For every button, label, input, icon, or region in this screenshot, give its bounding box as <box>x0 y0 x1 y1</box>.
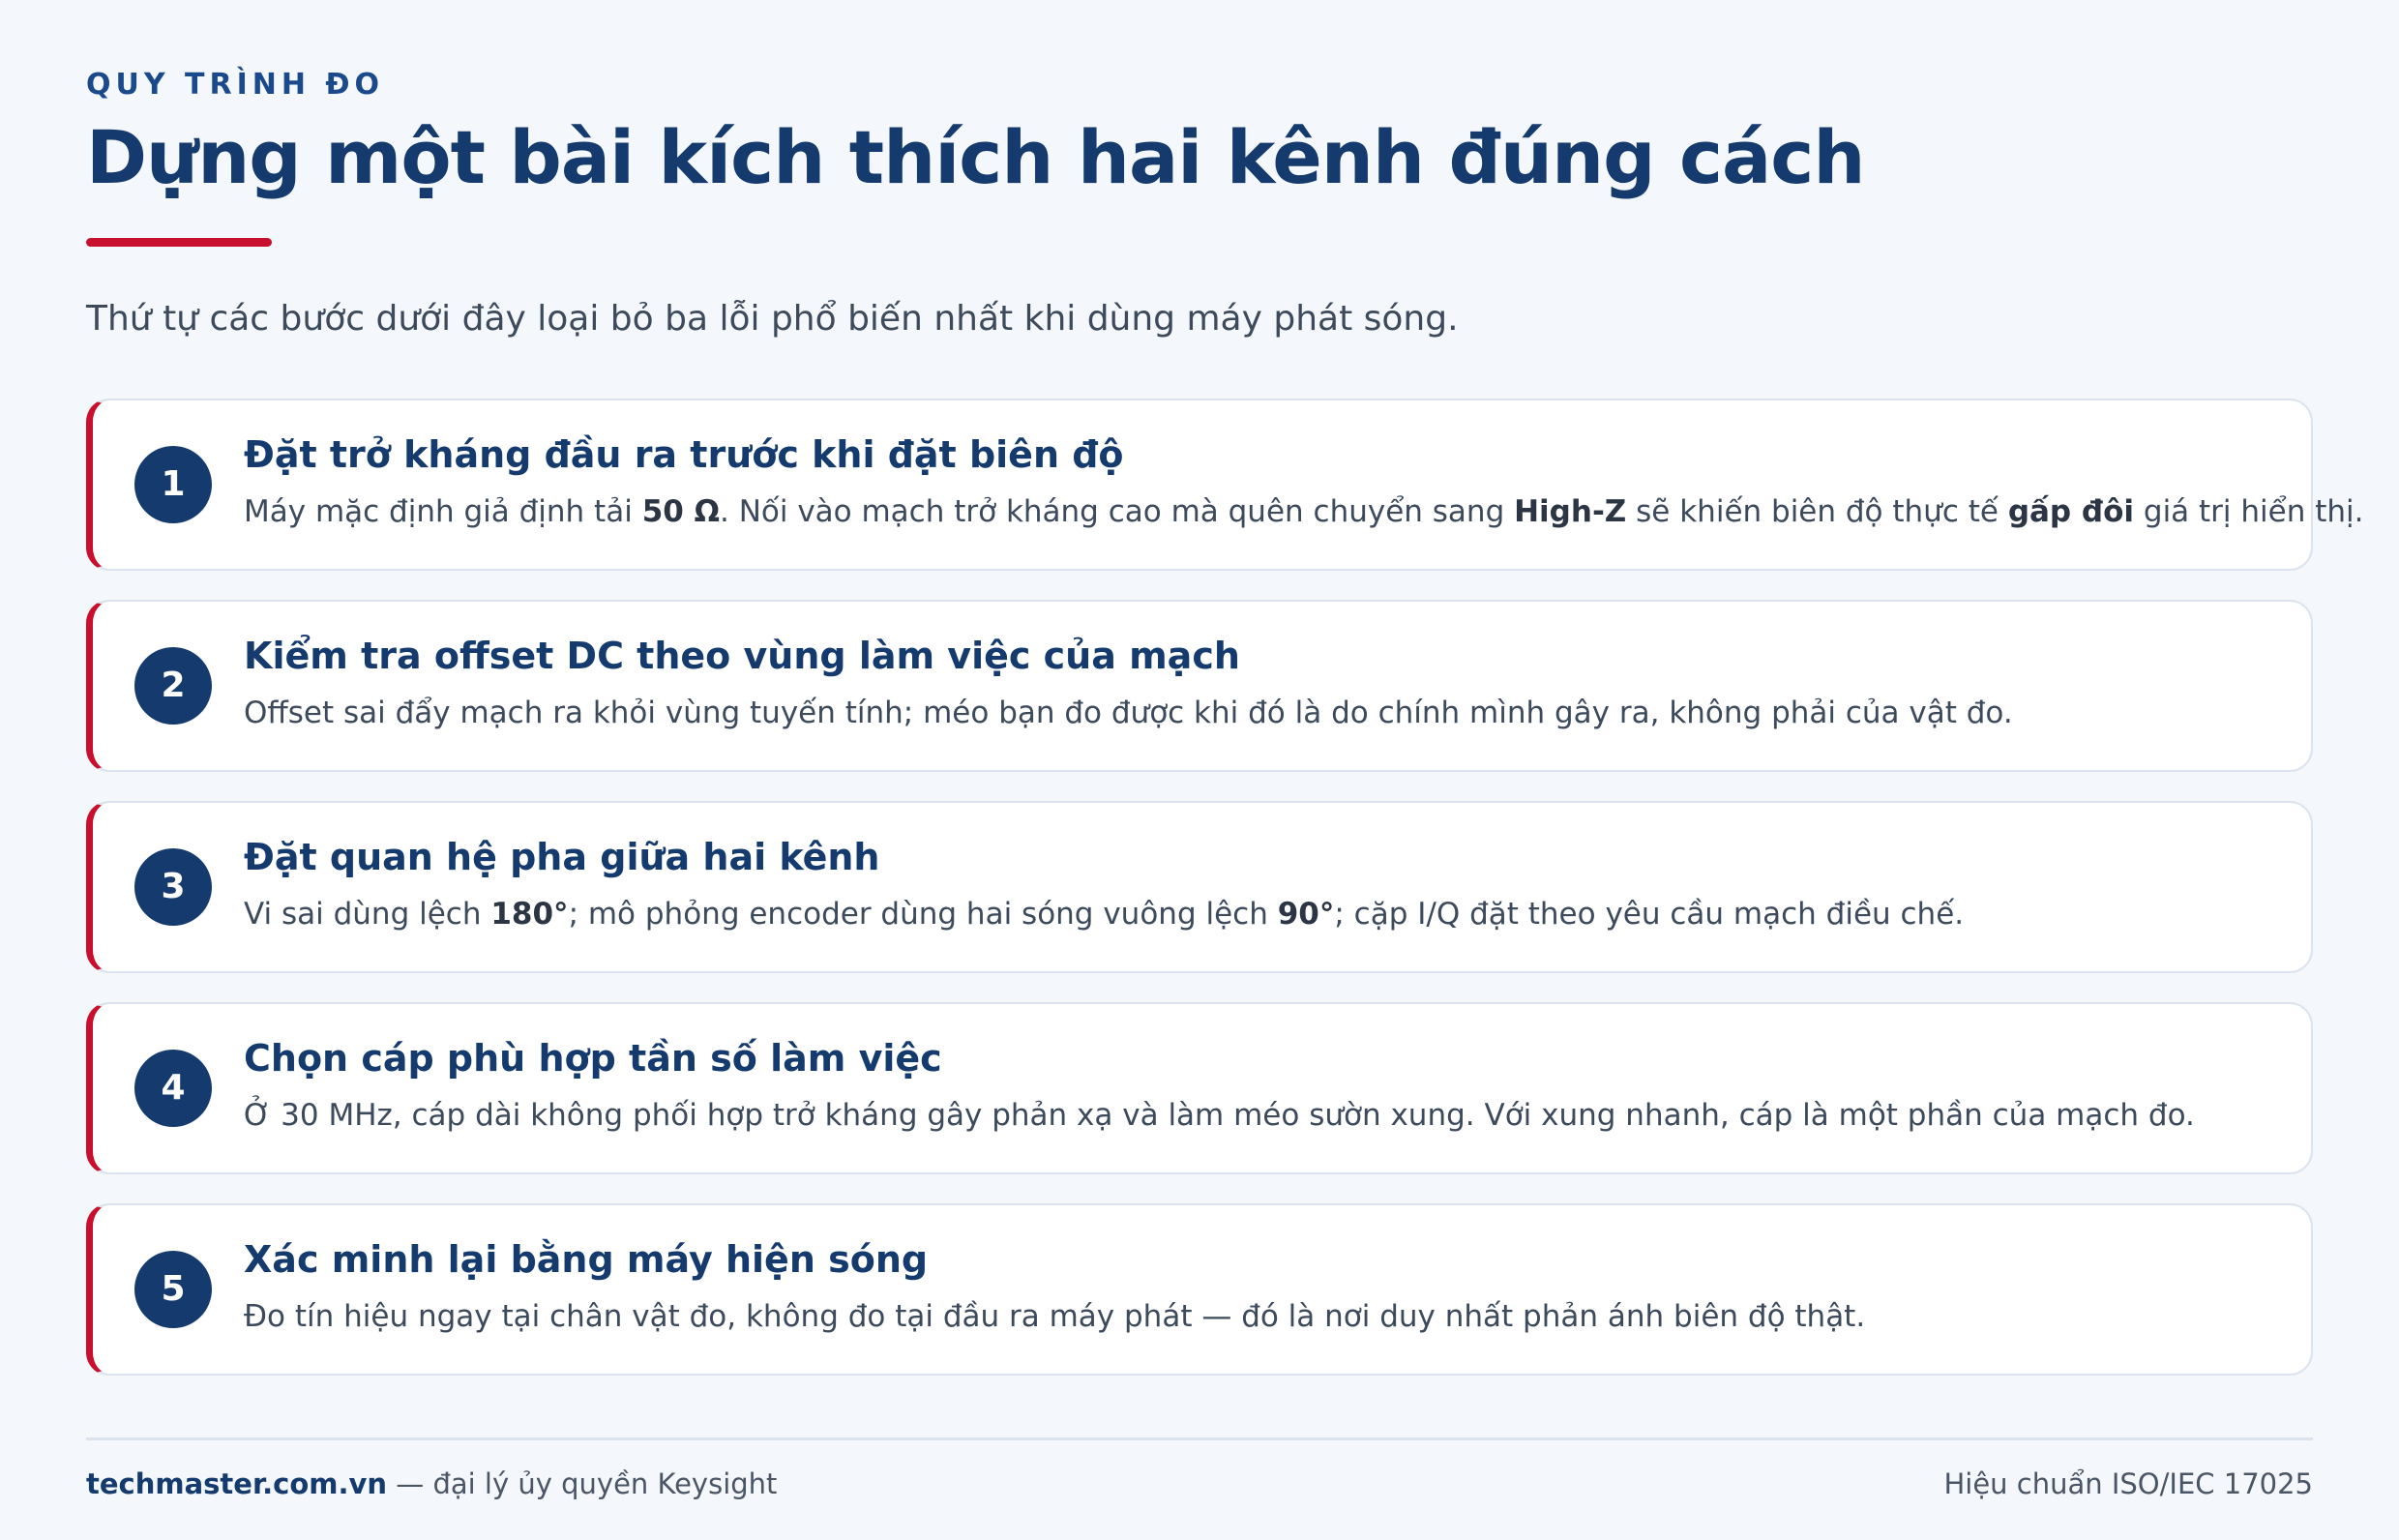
page-subtitle: Thứ tự các bước dưới đây loại bỏ ba lỗi … <box>86 299 1459 339</box>
step-card-5: 5 Xác minh lại bằng máy hiện sóng Đo tín h… <box>86 1203 2313 1376</box>
footer-certification: Hiệu chuẩn ISO/IEC 17025 <box>1943 1467 2313 1500</box>
step-title: Đặt trở kháng đầu ra trước khi đặt biên … <box>244 433 1124 476</box>
step-title: Xác minh lại bằng máy hiện sóng <box>244 1238 929 1281</box>
step-description-text: Ở 30 MHz, cáp dài không phối hợp trở khá… <box>244 1098 2195 1133</box>
steps-list: 1 Đặt trở kháng đầu ra trước khi đặt biên… <box>86 399 2364 1405</box>
step-description-emphasis: 50 Ω <box>641 494 720 529</box>
step-title: Chọn cáp phù hợp tần số làm việc <box>244 1037 942 1080</box>
step-description-text: . Nối vào mạch trở kháng cao mà quên chu… <box>719 494 1515 529</box>
step-card-4: 4 Chọn cáp phù hợp tần số làm việc Ở 30 MH… <box>86 1002 2313 1174</box>
section-eyebrow: QUY TRÌNH ĐO <box>86 68 385 102</box>
step-description-text: Vi sai dùng lệch <box>244 897 491 932</box>
step-description: Ở 30 MHz, cáp dài không phối hợp trở khá… <box>244 1098 2195 1133</box>
footer-divider <box>86 1437 2313 1440</box>
step-description-text: Offset sai đẩy mạch ra khỏi vùng tuyến t… <box>244 696 2013 730</box>
step-description-text: Máy mặc định giả định tải <box>244 494 642 529</box>
step-description-emphasis: 180° <box>490 897 569 932</box>
page: QUY TRÌNH ĐO Dựng một bài kích thích hai… <box>86 0 2364 1540</box>
step-description-text: ; mô phỏng encoder dùng hai sóng vuông l… <box>568 897 1278 932</box>
step-number-badge: 2 <box>134 647 212 725</box>
footer-tagline: — đại lý ủy quyền Keysight <box>387 1467 778 1500</box>
step-description-text: Đo tín hiệu ngay tại chân vật đo, không … <box>244 1299 1866 1334</box>
step-number-badge: 4 <box>134 1050 212 1127</box>
step-number-badge: 5 <box>134 1251 212 1328</box>
step-description-text: sẽ khiến biên độ thực tế <box>1626 494 2008 529</box>
step-description-emphasis: High-Z <box>1514 494 1627 529</box>
step-description-text: ; cặp I/Q đặt theo yêu cầu mạch điều chế… <box>1334 897 1965 932</box>
title-accent-bar <box>86 238 272 247</box>
step-card-1: 1 Đặt trở kháng đầu ra trước khi đặt biên… <box>86 399 2364 571</box>
step-title: Đặt quan hệ pha giữa hai kênh <box>244 836 880 878</box>
step-description: Offset sai đẩy mạch ra khỏi vùng tuyến t… <box>244 696 2013 730</box>
step-description: Máy mặc định giả định tải 50 Ω. Nối vào … <box>244 494 2364 529</box>
step-description: Đo tín hiệu ngay tại chân vật đo, không … <box>244 1299 1865 1334</box>
step-card-3: 3 Đặt quan hệ pha giữa hai kênh Vi sai dùn… <box>86 801 2313 973</box>
step-description-emphasis: gấp đôi <box>2007 494 2135 529</box>
step-title: Kiểm tra offset DC theo vùng làm việc củ… <box>244 635 1240 677</box>
page-title: Dựng một bài kích thích hai kênh đúng cá… <box>86 114 1865 200</box>
footer-brand-link[interactable]: techmaster.com.vn <box>86 1467 387 1500</box>
footer-left: techmaster.com.vn — đại lý ủy quyền Keys… <box>86 1467 777 1500</box>
step-description-emphasis: 90° <box>1277 897 1335 932</box>
step-card-2: 2 Kiểm tra offset DC theo vùng làm việc c… <box>86 600 2313 772</box>
step-description: Vi sai dùng lệch 180°; mô phỏng encoder … <box>244 897 1964 932</box>
step-description-text: giá trị hiển thị. <box>2134 494 2364 529</box>
step-number-badge: 3 <box>134 848 212 926</box>
step-number-badge: 1 <box>134 446 212 523</box>
